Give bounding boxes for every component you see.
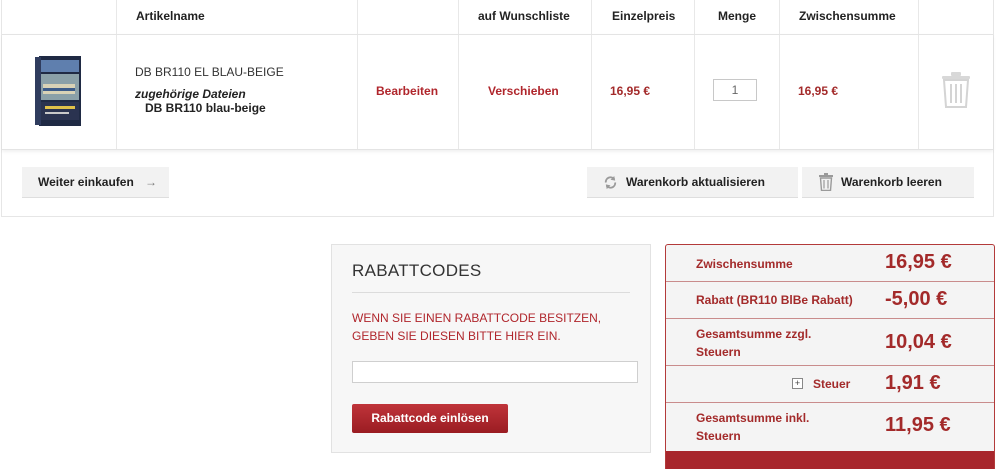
trash-icon[interactable] [941, 72, 971, 108]
col-header-article: Artikelname [136, 9, 205, 23]
totals-row-discount: Rabatt (BR110 BlBe Rabatt) -5,00 € [666, 282, 994, 319]
continue-shopping-button[interactable]: Weiter einkaufen → [22, 167, 169, 198]
gross-total-label: Gesamtsumme inkl. Steuern [696, 411, 810, 443]
coupon-panel: RABATTCODES WENN SIE EINEN RABATTCODE BE… [331, 244, 651, 453]
checkout-bar[interactable] [666, 451, 994, 469]
col-header-quantity: Menge [718, 9, 757, 23]
col-divider [591, 35, 592, 149]
quantity-input[interactable] [713, 79, 757, 101]
col-divider [779, 35, 780, 149]
gross-total-value: 11,95 € [885, 414, 951, 436]
subtotal-value: 16,95 € [885, 251, 952, 273]
coupon-divider [352, 292, 630, 293]
net-total-label: Gesamtsumme zzgl. Steuern [696, 327, 812, 359]
related-file-link[interactable]: DB BR110 blau-beige [145, 101, 266, 115]
col-divider [779, 0, 780, 34]
totals-row-tax: + Steuer 1,91 € [666, 366, 994, 403]
col-divider [694, 35, 695, 149]
subtotal-label: Zwischensumme [696, 257, 793, 271]
col-divider [591, 0, 592, 34]
unit-price: 16,95 € [610, 84, 651, 98]
move-to-wishlist-link[interactable]: Verschieben [488, 84, 559, 98]
refresh-icon [604, 175, 617, 190]
update-cart-button[interactable]: Warenkorb aktualisieren [587, 167, 798, 198]
discount-label: Rabatt (BR110 BlBe Rabatt) [696, 293, 853, 307]
edit-link[interactable]: Bearbeiten [376, 84, 438, 98]
tax-value: 1,91 € [885, 372, 941, 394]
totals-row-net: Gesamtsumme zzgl. Steuern 10,04 € [666, 319, 994, 366]
col-header-subtotal: Zwischensumme [799, 9, 896, 23]
coupon-description: WENN SIE EINEN RABATTCODE BESITZEN, GEBE… [352, 311, 602, 343]
col-divider [458, 35, 459, 149]
coupon-title: RABATTCODES [352, 261, 482, 280]
update-cart-label: Warenkorb aktualisieren [626, 175, 765, 189]
col-divider [357, 35, 358, 149]
related-files-title: zugehörige Dateien [135, 87, 246, 101]
continue-shopping-label: Weiter einkaufen [38, 175, 134, 189]
col-divider [357, 0, 358, 34]
col-divider [116, 35, 117, 149]
row-subtotal: 16,95 € [798, 84, 839, 98]
product-name[interactable]: DB BR110 EL BLAU-BEIGE [135, 65, 284, 79]
expand-tax-icon[interactable]: + [792, 378, 803, 389]
redeem-coupon-button[interactable]: Rabattcode einlösen [352, 404, 508, 433]
arrow-right-icon: → [145, 175, 157, 189]
totals-panel: Zwischensumme 16,95 € Rabatt (BR110 BlBe… [665, 244, 995, 469]
col-divider [918, 0, 919, 34]
col-header-wishlist: auf Wunschliste [478, 9, 570, 23]
clear-cart-button[interactable]: Warenkorb leeren [802, 167, 974, 198]
trash-icon [819, 173, 833, 191]
col-divider [694, 0, 695, 34]
coupon-code-input[interactable] [352, 361, 638, 383]
tax-label: Steuer [813, 377, 851, 391]
discount-value: -5,00 € [885, 288, 948, 310]
totals-row-gross: Gesamtsumme inkl. Steuern 11,95 € [666, 403, 994, 449]
product-thumbnail[interactable] [33, 54, 83, 127]
clear-cart-label: Warenkorb leeren [841, 175, 942, 189]
col-divider [918, 35, 919, 149]
net-total-value: 10,04 € [885, 331, 952, 353]
col-header-unit-price: Einzelpreis [612, 9, 676, 23]
totals-row-subtotal: Zwischensumme 16,95 € [666, 245, 994, 282]
col-divider [116, 0, 117, 34]
col-divider [458, 0, 459, 34]
